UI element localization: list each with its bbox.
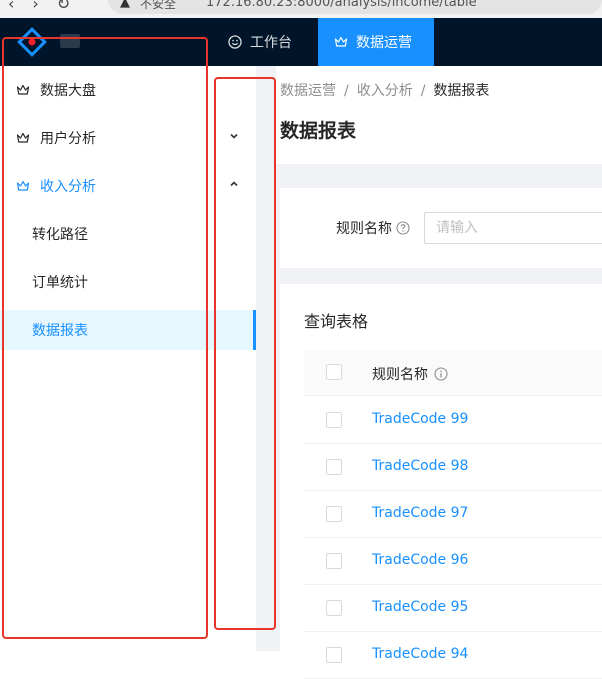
url-text[interactable]: 172.16.80.23:8000/analysis/income/table [206,0,477,10]
rule-name-link[interactable]: TradeCode 98 [372,458,468,474]
sidebar-subitem-data-report[interactable]: 数据报表 [0,310,256,350]
sider-gutter [256,66,276,651]
row-checkbox[interactable] [326,459,342,475]
topnav-item-data-ops[interactable]: 数据运营 [318,18,434,66]
row-checkbox[interactable] [326,553,342,569]
topnav-item-workbench[interactable]: 工作台 [212,18,316,66]
browser-toolbar: ‹›↻ ▲ 不安全 172.16.80.23:8000/analysis/inc… [0,0,602,18]
top-navigation: 工作台 数据运营 [0,18,602,66]
sidebar-item-label: 收入分析 [40,179,96,195]
breadcrumb-item[interactable]: 数据运营 [280,83,336,99]
table-row: TradeCode 96 [304,538,602,585]
breadcrumb-separator: / [420,83,426,99]
sidebar: 数据大盘 用户分析 收入分析 转化路径 订单统计 数据报表 [0,66,256,651]
rule-name-link[interactable]: TradeCode 99 [372,411,468,427]
crown-icon [16,179,30,193]
warning-icon: ▲ [120,0,130,10]
page-header: 数据运营 / 收入分析 / 数据报表 数据报表 [276,66,602,164]
insecure-label: 不安全 [140,0,177,11]
table-row: TradeCode 97 [304,491,602,538]
sidebar-subitem-conversion-path[interactable]: 转化路径 [0,214,256,254]
crown-icon [16,131,30,145]
table-row: TradeCode 99 [304,397,602,444]
rule-name-link[interactable]: TradeCode 95 [372,599,468,615]
breadcrumb-separator: / [344,83,349,99]
sidebar-item-label: 数据大盘 [40,83,96,99]
row-checkbox[interactable] [326,506,342,522]
table-row: TradeCode 95 [304,585,602,632]
chevron-down-icon[interactable] [228,130,240,142]
sidebar-item-dashboard[interactable]: 数据大盘 [0,70,256,110]
sidebar-subitem-label: 订单统计 [32,275,88,291]
row-checkbox[interactable] [326,600,342,616]
rule-name-link[interactable]: TradeCode 96 [372,552,468,568]
sidebar-subitem-label: 数据报表 [32,323,88,339]
sidebar-item-label: 用户分析 [40,131,96,147]
topnav-item-label: 工作台 [250,35,292,51]
breadcrumb-item[interactable]: 收入分析 [357,83,413,99]
breadcrumb: 数据运营 / 收入分析 / 数据报表 [280,80,489,100]
rule-name-label: 规则名称 [336,218,410,238]
main-content: 数据运营 / 收入分析 / 数据报表 数据报表 规则名称 查询表格 规则名称 Trade… [276,66,602,679]
rule-name-input[interactable] [424,212,602,244]
row-checkbox[interactable] [326,647,342,663]
breadcrumb-current: 数据报表 [433,83,490,99]
question-circle-icon[interactable] [396,221,410,235]
rule-name-link[interactable]: TradeCode 97 [372,505,468,521]
sidebar-item-income-analysis[interactable]: 收入分析 [0,166,256,206]
field-label-text: 规则名称 [336,221,392,237]
logo-icon[interactable] [16,26,48,58]
search-form: 规则名称 [280,188,602,268]
info-circle-icon[interactable] [434,367,448,381]
query-table-card: 查询表格 规则名称 TradeCode 99 TradeCode 98 Trad… [280,284,602,679]
sidebar-item-user-analysis[interactable]: 用户分析 [0,118,256,158]
logo-title [60,34,80,48]
table-header: 规则名称 [304,350,602,396]
browser-nav-buttons[interactable]: ‹›↻ [8,0,88,13]
sidebar-subitem-label: 转化路径 [32,227,88,243]
rule-name-link[interactable]: TradeCode 94 [372,646,468,662]
table-row: TradeCode 94 [304,632,602,679]
sidebar-subitem-order-stats[interactable]: 订单统计 [0,262,256,302]
column-header-label: 规则名称 [372,367,428,383]
page-title: 数据报表 [280,120,357,142]
select-all-checkbox[interactable] [326,364,342,380]
smile-icon [228,35,242,49]
topnav-item-label: 数据运营 [356,35,412,51]
crown-icon [16,83,30,97]
chevron-up-icon[interactable] [228,178,240,190]
table-title: 查询表格 [304,312,369,331]
row-checkbox[interactable] [326,412,342,428]
table-row: TradeCode 98 [304,444,602,491]
column-header-rule-name: 规则名称 [372,364,448,384]
crown-icon [334,35,348,49]
